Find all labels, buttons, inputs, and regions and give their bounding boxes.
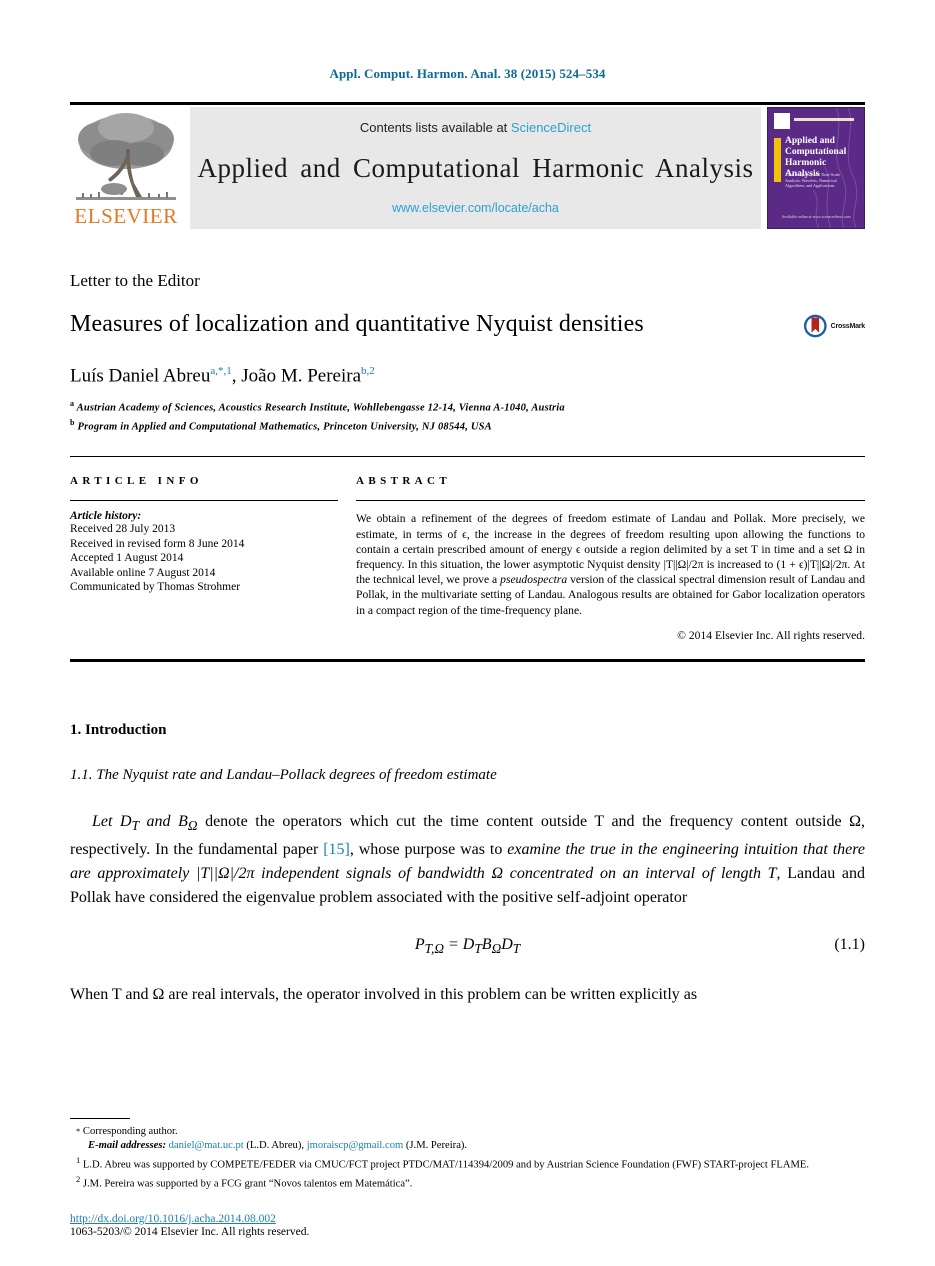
article-body: 1. Introduction 1.1. The Nyquist rate an… [70, 722, 865, 1007]
footnote-corresponding-author: * Corresponding author. [70, 1124, 865, 1139]
paper-page: Appl. Comput. Harmon. Anal. 38 (2015) 52… [0, 0, 935, 1266]
cover-footer-text: Available online at www.sciencedirect.co… [781, 214, 851, 219]
journal-cover-thumbnail[interactable]: Applied and Computational Harmonic Analy… [767, 107, 865, 229]
footnote-1-text: L.D. Abreu was supported by COMPETE/FEDE… [82, 1159, 810, 1171]
cover-title-line-1: Applied and [785, 136, 835, 146]
abstract-bottom-rule [70, 658, 865, 662]
equation-1-1: PT,Ω = DTBΩDT (1.1) [70, 936, 865, 957]
abstract-copyright: © 2014 Elsevier Inc. All rights reserved… [677, 628, 865, 642]
article-info-column: ARTICLE INFO Article history: Received 2… [70, 475, 356, 641]
email-owner-2: (J.M. Pereira). [405, 1139, 468, 1151]
body-paragraph-2: When T and Ω are real intervals, the ope… [70, 983, 865, 1007]
journal-masthead: ELSEVIER Contents lists available at Sci… [70, 107, 865, 229]
sciencedirect-link[interactable]: ScienceDirect [511, 120, 591, 135]
article-history-label: Article history: [70, 510, 142, 523]
issn-copyright-line: 1063-5203/© 2014 Elsevier Inc. All right… [70, 1226, 310, 1238]
citation-link-15[interactable]: [15] [323, 841, 350, 858]
footnote-1: 1 L.D. Abreu was supported by COMPETE/FE… [70, 1153, 865, 1173]
history-item: Received in revised form 8 June 2014 [70, 537, 245, 550]
subsection-heading-nyquist-rate: 1.1. The Nyquist rate and Landau–Pollack… [70, 766, 497, 783]
footnote-corresponding-text: Corresponding author. [82, 1125, 178, 1137]
article-kicker: Letter to the Editor [70, 271, 200, 290]
subscript-T: T [131, 817, 139, 833]
title-row: Measures of localization and quantitativ… [70, 309, 865, 339]
cover-title-line-2: Computational [785, 147, 847, 157]
email-link-1[interactable]: daniel@mat.uc.pt [169, 1140, 244, 1151]
elsevier-logo: ELSEVIER [70, 107, 182, 229]
footnote-marker-2: 2 [76, 1174, 81, 1185]
page-title: Measures of localization and quantitativ… [70, 311, 644, 337]
cover-yellow-bar [774, 138, 781, 182]
history-item: Accepted 1 August 2014 [70, 552, 184, 565]
author-list: Luís Daniel Abreua,*,1, João M. Pereirab… [70, 365, 865, 387]
abstract-emphasis: pseudospectra [500, 573, 568, 587]
doi-link[interactable]: http://dx.doi.org/10.1016/j.acha.2014.08… [70, 1213, 309, 1225]
body-paragraph-1: Let DT and BΩ denote the operators which… [70, 810, 865, 910]
author-sup-1[interactable]: a,*,1 [210, 365, 231, 377]
cover-elsevier-mark [774, 113, 790, 129]
crossmark-icon [803, 314, 827, 338]
paragraph-2-text: When T and Ω are real intervals, the ope… [70, 986, 698, 1004]
abstract-rule [356, 500, 865, 502]
cover-accent-bar [794, 118, 854, 121]
page-footer: http://dx.doi.org/10.1016/j.acha.2014.08… [70, 1213, 309, 1238]
masthead-center: Contents lists available at ScienceDirec… [190, 107, 761, 229]
author-sup-2[interactable]: b,2 [361, 365, 375, 377]
footnote-marker-star: * [76, 1125, 81, 1136]
info-abstract-block: ARTICLE INFO Article history: Received 2… [70, 475, 865, 642]
equation-body: PT,Ω = DTBΩDT [414, 935, 521, 957]
journal-url-link[interactable]: www.elsevier.com/locate/acha [392, 201, 559, 215]
email-link-2[interactable]: jmoraiscp@gmail.com [307, 1140, 404, 1151]
article-info-rule [70, 500, 338, 502]
footnote-area: * Corresponding author. E-mail addresses… [70, 1117, 865, 1192]
email-label: E-mail addresses: [88, 1139, 166, 1151]
history-item: Received 28 July 2013 [70, 523, 176, 536]
affiliation-marker-1: a [70, 399, 75, 409]
equation-number: (1.1) [834, 935, 865, 953]
footnote-marker-1: 1 [76, 1154, 81, 1165]
info-section-top-rule [70, 456, 865, 458]
history-item: Available online 7 August 2014 [70, 566, 216, 579]
abstract-heading: ABSTRACT [356, 475, 452, 488]
footnote-2-text: J.M. Pereira was supported by a FCG gran… [82, 1179, 413, 1190]
footnote-2: 2 J.M. Pereira was supported by a FCG gr… [70, 1172, 865, 1192]
crossmark-label: CrossMark [830, 322, 866, 330]
paragraph-1-part-d: , whose purpose was to [349, 840, 508, 858]
email-owner-1: (L.D. Abreu), [246, 1139, 305, 1151]
footnote-rule [70, 1117, 130, 1119]
footnote-emails: E-mail addresses: daniel@mat.uc.pt (L.D.… [70, 1139, 865, 1153]
subscript-omega: Ω [187, 817, 198, 833]
affiliation-2: b Program in Applied and Computational M… [70, 416, 865, 435]
elsevier-wordmark: ELSEVIER [74, 204, 178, 228]
masthead-top-rule [70, 102, 865, 105]
abstract-column: ABSTRACT We obtain a refinement of the d… [356, 475, 865, 642]
article-info-heading: ARTICLE INFO [70, 475, 203, 488]
affiliation-text-2: Program in Applied and Computational Mat… [77, 421, 492, 433]
author-name-2: João M. Pereira [241, 365, 362, 387]
paragraph-1-part-b: and B [138, 812, 188, 830]
elsevier-tree-icon [74, 109, 178, 205]
cover-subtitle: Time-Frequency and Time-Scale Analysis, … [785, 172, 840, 188]
crossmark-badge[interactable]: CrossMark [803, 311, 865, 341]
abstract-text: We obtain a refinement of the degrees of… [356, 511, 865, 617]
paragraph-1-part-a: Let D [92, 812, 132, 830]
affiliation-text-1: Austrian Academy of Sciences, Acoustics … [76, 402, 565, 414]
running-head: Appl. Comput. Harmon. Anal. 38 (2015) 52… [329, 66, 606, 81]
contents-prefix-text: Contents lists available at [359, 120, 511, 135]
contents-available-line: Contents lists available at ScienceDirec… [360, 120, 591, 135]
section-heading-introduction: 1. Introduction [70, 721, 167, 738]
affiliation-1: a Austrian Academy of Sciences, Acoustic… [70, 397, 865, 416]
author-separator: , [231, 365, 242, 387]
affiliation-marker-2: b [70, 417, 75, 427]
journal-title: Applied and Computational Harmonic Analy… [197, 152, 754, 183]
author-name-1: Luís Daniel Abreu [70, 365, 211, 387]
history-item: Communicated by Thomas Strohmer [70, 581, 241, 594]
